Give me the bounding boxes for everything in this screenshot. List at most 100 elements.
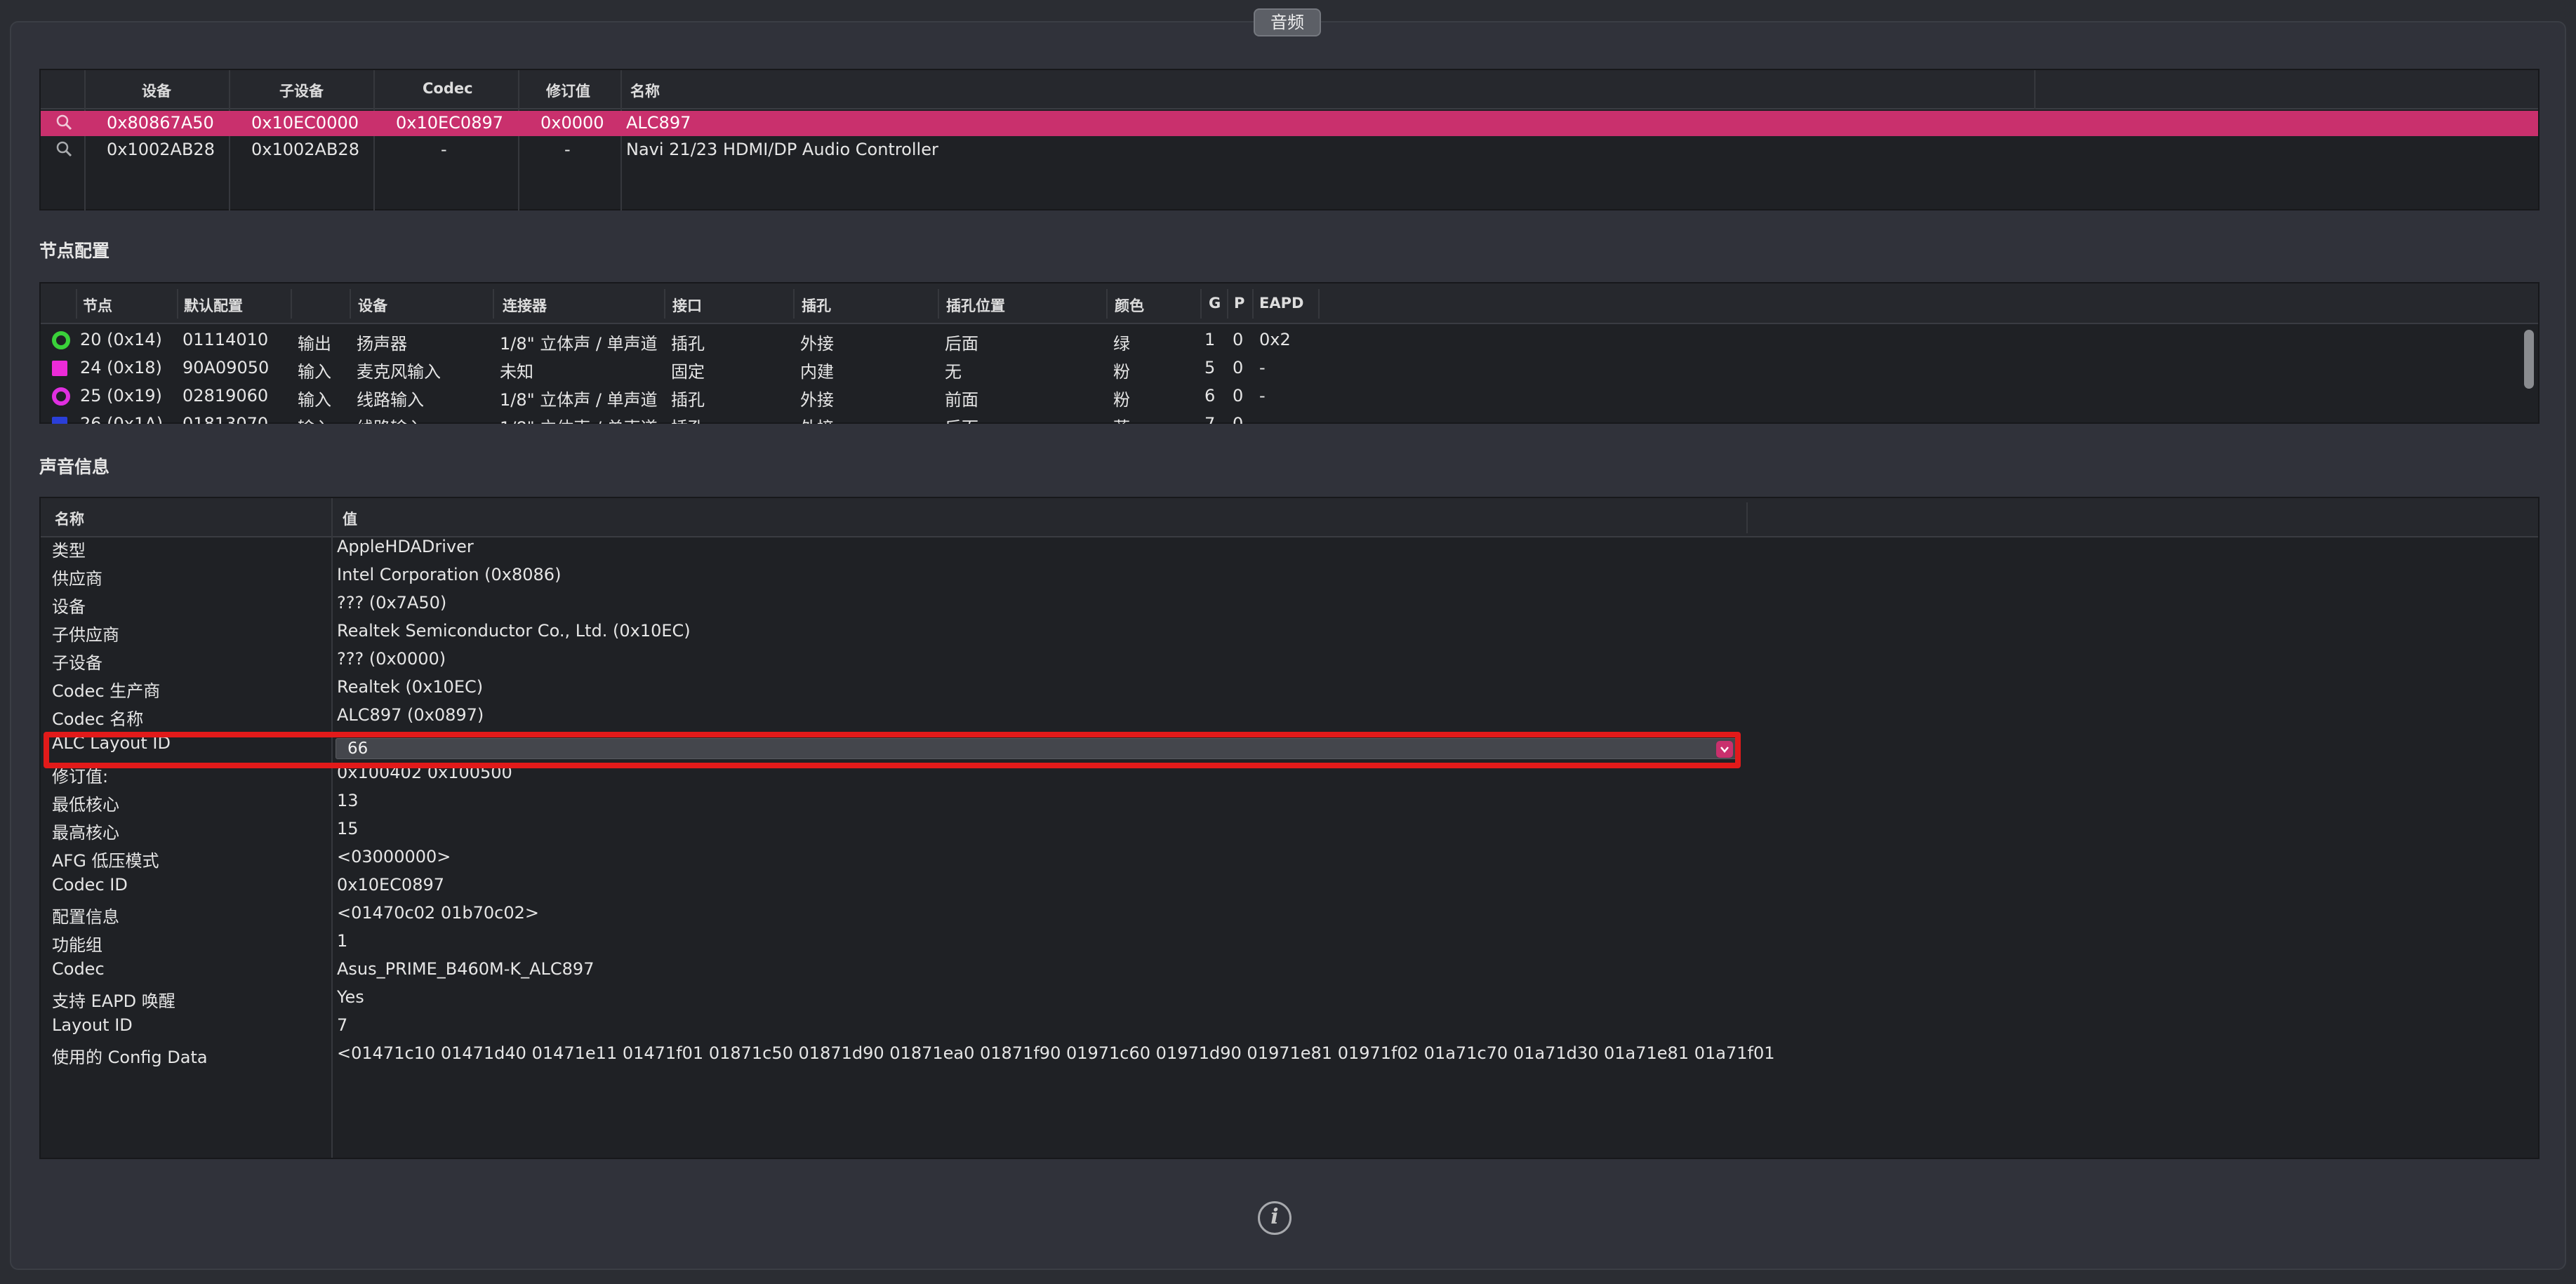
column-header-eapd[interactable]: EAPD (1259, 295, 1303, 312)
column-header-default-config[interactable]: 默认配置 (184, 295, 243, 316)
info-row-type[interactable]: 类型 AppleHDADriver (41, 536, 2538, 564)
info-key: 子设备 (52, 653, 102, 673)
column-header-device[interactable]: 设备 (358, 295, 387, 316)
default-config: 90A09050 (182, 358, 270, 377)
info-row-codec-vendor[interactable]: Codec 生产商 Realtek (0x10EC) (41, 676, 2538, 704)
device-row[interactable]: 0x80867A50 0x10EC0000 0x10EC0897 0x0000 … (41, 111, 2538, 136)
node-row[interactable]: 24 (0x18) 90A09050 输入 麦克风输入 未知 固定 内建 无 粉… (42, 354, 2520, 382)
info-row-layout-id[interactable]: Layout ID 7 (41, 1015, 2538, 1043)
column-header-node[interactable]: 节点 (83, 295, 112, 316)
info-row-min-kernel[interactable]: 最低核心 13 (41, 790, 2538, 818)
magnifier-icon[interactable] (55, 113, 73, 135)
node-table-scrollbar[interactable] (2523, 324, 2535, 429)
column-divider (1746, 502, 1748, 533)
info-row-codec-name[interactable]: Codec 名称 ALC897 (0x0897) (41, 704, 2538, 733)
info-value: 15 (337, 819, 359, 838)
column-header-revision[interactable]: 修订值 (546, 80, 590, 101)
column-header-connector[interactable]: 连接器 (503, 295, 547, 316)
jack-location: 后面 (945, 334, 978, 354)
device-row[interactable]: 0x1002AB28 0x1002AB28 - - Navi 21/23 HDM… (41, 138, 2538, 163)
info-key: Codec 名称 (52, 709, 144, 729)
info-key: Layout ID (52, 1015, 133, 1035)
revision: - (564, 140, 571, 159)
p-value: 0 (1233, 330, 1244, 349)
p-value: 0 (1233, 414, 1244, 424)
devices-table-header: 设备 子设备 Codec 修订值 名称 (41, 70, 2538, 109)
scrollbar-thumb[interactable] (2524, 330, 2534, 389)
node-row[interactable]: 26 (0x1A) 01813070 输入 线路输入 1/8" 立体声 / 单声… (42, 410, 2520, 424)
info-value: ALC897 (0x0897) (337, 705, 484, 725)
column-header-device[interactable]: 设备 (142, 80, 171, 101)
sound-info-rows: 类型 AppleHDADriver 供应商 Intel Corporation … (41, 536, 2538, 1069)
jack-location: 无 (945, 362, 962, 382)
jack: 内建 (800, 362, 834, 382)
column-divider (2034, 70, 2036, 109)
info-value: Asus_PRIME_B460M-K_ALC897 (337, 959, 595, 979)
jack: 外接 (800, 334, 834, 354)
info-key: 最低核心 (52, 795, 119, 815)
column-header-color[interactable]: 颜色 (1115, 295, 1144, 316)
info-row-subdevice[interactable]: 子设备 ??? (0x0000) (41, 648, 2538, 676)
eapd-value: - (1259, 414, 1266, 424)
node-id: 24 (0x18) (80, 358, 162, 377)
node-row[interactable]: 20 (0x14) 01114010 输出 扬声器 1/8" 立体声 / 单声道… (42, 326, 2520, 354)
g-value: 7 (1204, 414, 1216, 424)
port: 固定 (671, 362, 705, 382)
info-row-codec[interactable]: Codec Asus_PRIME_B460M-K_ALC897 (41, 958, 2538, 987)
column-divider (76, 289, 77, 319)
column-header-value[interactable]: 值 (343, 508, 357, 529)
node-rows-viewport[interactable]: 20 (0x14) 01114010 输出 扬声器 1/8" 立体声 / 单声道… (42, 326, 2520, 424)
jack-color: 粉 (1113, 362, 1130, 382)
direction: 输入 (298, 362, 331, 382)
info-value: 0x10EC0897 (337, 875, 445, 895)
column-divider (664, 289, 665, 319)
info-row-afg-low-power[interactable]: AFG 低压模式 <03000000> (41, 846, 2538, 874)
column-header-name[interactable]: 名称 (55, 508, 84, 529)
magnifier-icon[interactable] (55, 140, 73, 162)
info-row-config-data[interactable]: 使用的 Config Data <01471c10 01471d40 01471… (41, 1043, 2538, 1071)
direction: 输入 (298, 414, 331, 424)
info-key: 类型 (52, 541, 86, 561)
info-key: Codec 生产商 (52, 681, 161, 701)
column-header-g[interactable]: G (1209, 295, 1221, 312)
port: 插孔 (671, 390, 705, 410)
info-row-eapd-wake[interactable]: 支持 EAPD 唤醒 Yes (41, 987, 2538, 1015)
column-divider (350, 289, 351, 319)
column-header-p[interactable]: P (1234, 295, 1244, 312)
column-divider (938, 289, 939, 319)
jack-color: 蓝 (1113, 414, 1130, 424)
jack-location: 前面 (945, 390, 978, 410)
magenta-square-icon (52, 361, 67, 376)
column-header-jack-location[interactable]: 插孔位置 (946, 295, 1005, 316)
info-button[interactable]: i (1258, 1201, 1292, 1235)
info-value: <01470c02 01b70c02> (337, 903, 539, 923)
device-id: 0x80867A50 (107, 113, 214, 133)
info-row-config-info[interactable]: 配置信息 <01470c02 01b70c02> (41, 902, 2538, 930)
column-divider (1227, 289, 1228, 319)
node-device: 扬声器 (357, 334, 407, 354)
connector: 未知 (500, 362, 533, 382)
node-row[interactable]: 25 (0x19) 02819060 输入 线路输入 1/8" 立体声 / 单声… (42, 382, 2520, 410)
info-key: 使用的 Config Data (52, 1048, 208, 1067)
column-header-name[interactable]: 名称 (630, 80, 660, 101)
column-header-port[interactable]: 接口 (672, 295, 702, 316)
jack: 外接 (800, 390, 834, 410)
node-id: 26 (0x1A) (80, 414, 164, 424)
default-config: 01114010 (182, 330, 269, 349)
g-value: 6 (1204, 386, 1216, 406)
info-row-device[interactable]: 设备 ??? (0x7A50) (41, 592, 2538, 620)
info-row-subvendor[interactable]: 子供应商 Realtek Semiconductor Co., Ltd. (0x… (41, 620, 2538, 648)
info-row-vendor[interactable]: 供应商 Intel Corporation (0x8086) (41, 564, 2538, 592)
column-header-codec[interactable]: Codec (423, 80, 473, 97)
blue-square-icon (52, 417, 67, 424)
direction: 输出 (298, 334, 331, 354)
column-header-subdevice[interactable]: 子设备 (279, 80, 324, 101)
connector: 1/8" 立体声 / 单声道 (500, 334, 658, 354)
info-row-codec-id[interactable]: Codec ID 0x10EC0897 (41, 874, 2538, 902)
tab-audio[interactable]: 音频 (1254, 8, 1321, 36)
column-header-jack[interactable]: 插孔 (802, 295, 831, 316)
info-row-max-kernel[interactable]: 最高核心 15 (41, 818, 2538, 846)
info-key: Codec (52, 959, 105, 979)
info-row-function-group[interactable]: 功能组 1 (41, 930, 2538, 958)
column-divider (793, 289, 795, 319)
